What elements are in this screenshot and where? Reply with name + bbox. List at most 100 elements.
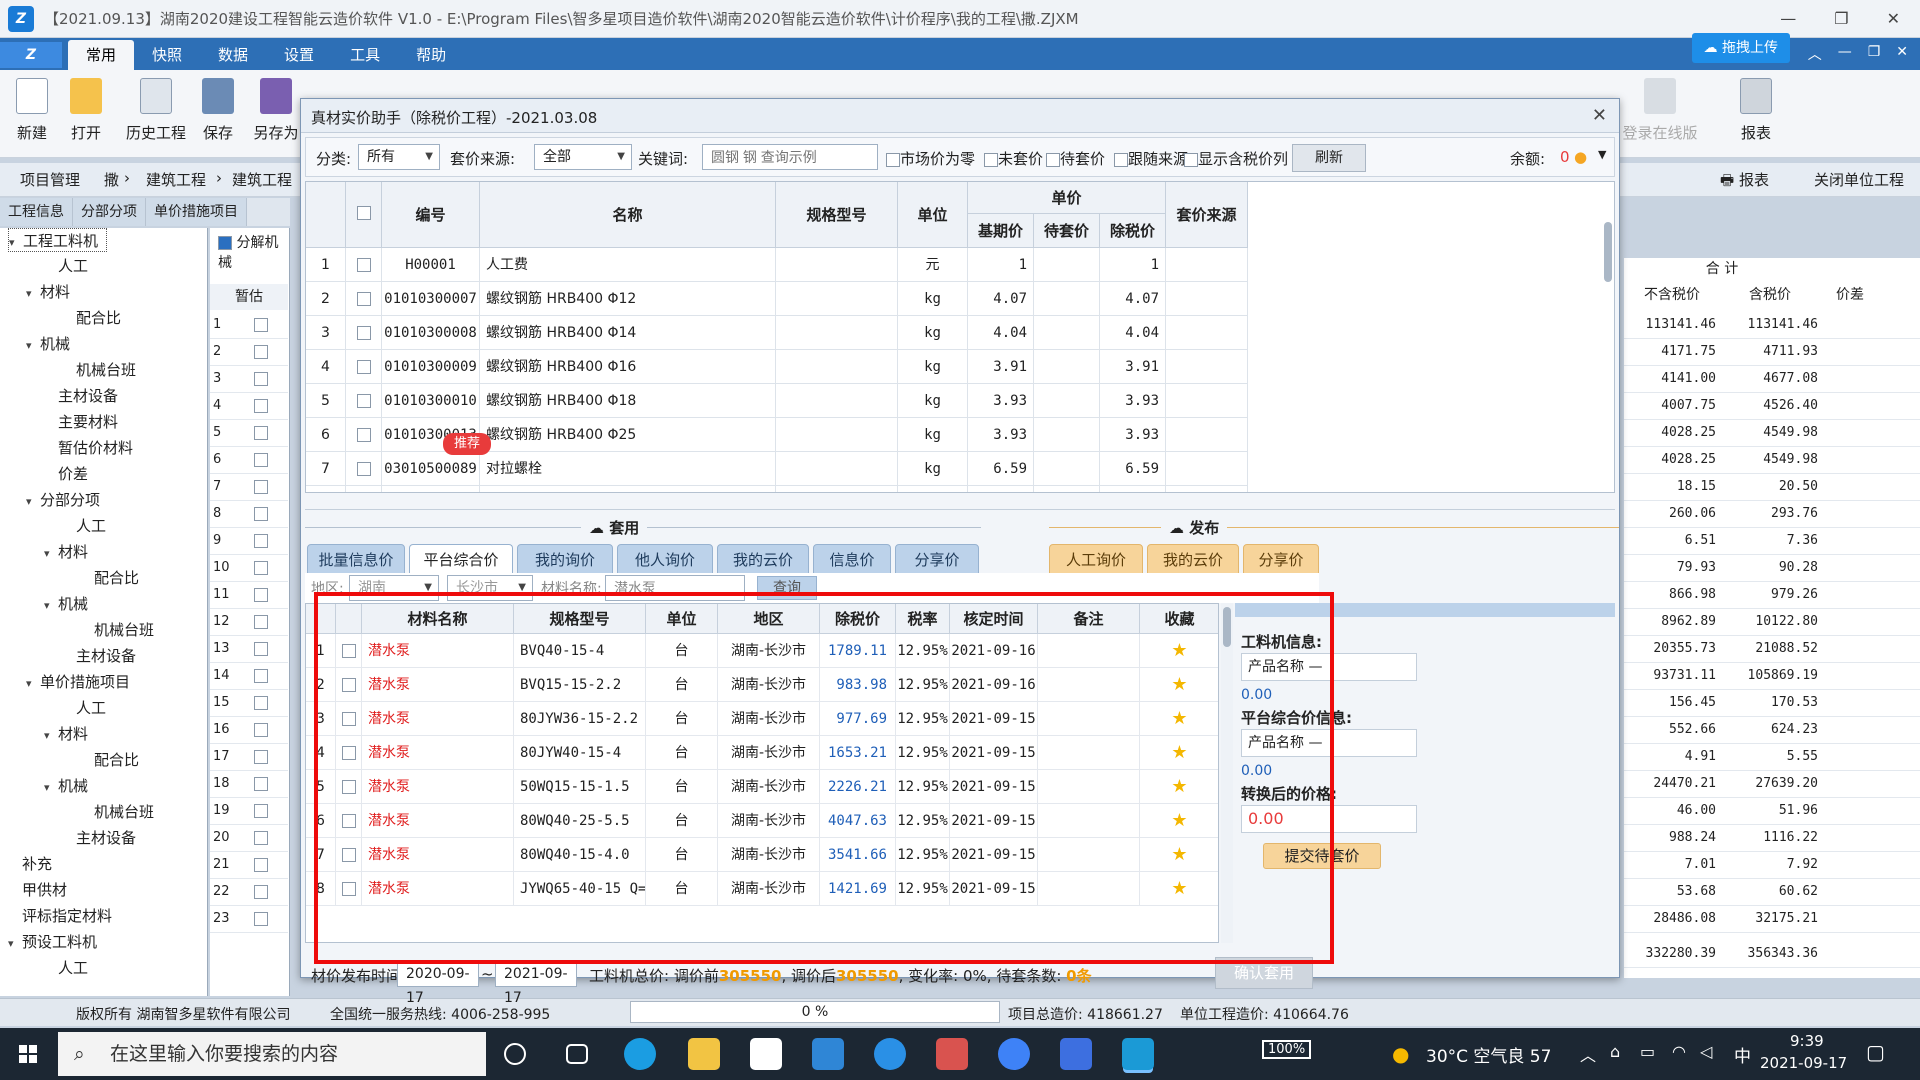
report-button[interactable]: 报表 xyxy=(1724,78,1788,143)
tree-node[interactable]: ▾ 预设工料机 xyxy=(8,930,97,954)
table-row[interactable]: 260.06 293.76 xyxy=(1624,501,1920,528)
checkbox[interactable] xyxy=(356,394,371,408)
scrollbar-thumb[interactable] xyxy=(1604,222,1612,282)
table-row[interactable]: 12 xyxy=(210,609,288,636)
table-row[interactable]: 4 xyxy=(210,393,288,420)
star-icon[interactable]: ★ xyxy=(1171,742,1187,763)
table-row[interactable]: 15 xyxy=(210,690,288,717)
table-row[interactable]: 3 潜水泵 80JYW36-15-2.2 台湖南-长沙市 977.69 12.95% 202… xyxy=(306,702,1218,736)
chevron-down-icon[interactable]: ▾ xyxy=(44,724,58,748)
table-row[interactable]: 4 潜水泵 80JYW40-15-4 台湖南-长沙市 1653.21 12.95% 2021… xyxy=(306,736,1218,770)
tree-node[interactable]: 主材设备 xyxy=(62,826,136,850)
checkbox[interactable] xyxy=(341,712,356,726)
row-checkbox-cell[interactable] xyxy=(346,350,382,384)
user-icon[interactable]: ● xyxy=(1574,148,1587,166)
source-select[interactable]: 全部 ▼ xyxy=(534,144,632,170)
checkbox[interactable] xyxy=(254,561,268,575)
feishu-icon[interactable] xyxy=(1060,1038,1092,1070)
checkbox[interactable] xyxy=(254,345,268,359)
decompose-toggle[interactable]: 分解机械 xyxy=(218,232,289,272)
edge-icon[interactable] xyxy=(624,1038,656,1070)
tab-snapshot[interactable]: 快照 xyxy=(134,40,200,70)
tab-my-cloud-price[interactable]: 我的云价 xyxy=(717,544,809,574)
tree-node[interactable]: ▾ 材料 xyxy=(44,540,88,564)
checkbox[interactable] xyxy=(218,236,232,250)
date-from[interactable]: 2020-09-17 xyxy=(397,961,479,1006)
save-button[interactable]: 保存 xyxy=(186,78,250,143)
row-checkbox-cell[interactable] xyxy=(346,248,382,282)
check-market-zero[interactable]: 市场价为零 xyxy=(886,148,975,169)
table-row[interactable]: 8 潜水泵JYWQ65-40-15 Q=40m3/h台湖南-长沙市1421.691… xyxy=(306,872,1218,906)
row-checkbox-cell[interactable] xyxy=(336,668,362,702)
table-row[interactable]: 4028.25 4549.98 xyxy=(1624,420,1920,447)
tree-node[interactable]: ▾ 机械 xyxy=(44,774,88,798)
table-row[interactable]: 19 xyxy=(210,798,288,825)
tab-publish-cloud-price[interactable]: 我的云价 xyxy=(1147,544,1239,574)
close-icon[interactable]: ✕ xyxy=(1592,105,1607,126)
tree-node[interactable]: 暂估价材料 xyxy=(44,436,133,460)
checkbox[interactable] xyxy=(254,642,268,656)
checkbox[interactable] xyxy=(254,453,268,467)
check-follow-source[interactable]: 跟随来源 xyxy=(1114,148,1188,169)
chevron-down-icon[interactable]: ▾ xyxy=(26,282,40,306)
row-checkbox-cell[interactable] xyxy=(336,634,362,668)
tray-chevron-icon[interactable]: ︿ xyxy=(1580,1042,1596,1066)
tab-my-inquiry[interactable]: 我的询价 xyxy=(517,544,613,574)
tree-node[interactable]: 配合比 xyxy=(80,566,139,590)
save-as-button[interactable]: 另存为 xyxy=(244,78,308,143)
table-row[interactable]: 8 xyxy=(210,501,288,528)
tree-node[interactable]: 甲供材 xyxy=(8,878,67,902)
chevron-down-icon[interactable]: ▾ xyxy=(44,594,58,618)
tree-node[interactable]: ▾ 材料 xyxy=(26,280,70,304)
table-row[interactable]: 4171.75 4711.93 xyxy=(1624,339,1920,366)
chevron-down-icon[interactable]: ▾ xyxy=(26,672,40,696)
tab-project-info[interactable]: 工程信息 xyxy=(0,198,73,226)
checkbox[interactable] xyxy=(356,462,371,476)
favorite-cell[interactable]: ★ xyxy=(1140,770,1218,804)
row-checkbox-cell[interactable] xyxy=(336,872,362,906)
row-checkbox-cell[interactable] xyxy=(346,384,382,418)
star-icon[interactable]: ★ xyxy=(1171,810,1187,831)
breadcrumb-item[interactable]: 撒 xyxy=(104,169,119,190)
checkbox[interactable] xyxy=(254,723,268,737)
checkbox[interactable] xyxy=(254,750,268,764)
table-row[interactable]: 6.51 7.36 xyxy=(1624,528,1920,555)
tree-node[interactable]: 主材设备 xyxy=(62,644,136,668)
material-name-input[interactable] xyxy=(605,575,745,601)
star-icon[interactable]: ★ xyxy=(1171,640,1187,661)
star-icon[interactable]: ★ xyxy=(1171,844,1187,865)
chevron-down-icon[interactable]: ▾ xyxy=(26,334,40,358)
checkbox[interactable] xyxy=(254,696,268,710)
online-button[interactable]: 登录在线版 xyxy=(1620,78,1700,143)
checkbox[interactable] xyxy=(254,777,268,791)
chevron-up-icon[interactable]: ︿ xyxy=(1808,44,1822,64)
tab-settings[interactable]: 设置 xyxy=(266,40,332,70)
open-button[interactable]: 打开 xyxy=(54,78,118,143)
favorite-cell[interactable]: ★ xyxy=(1140,634,1218,668)
table-row[interactable]: 11 xyxy=(210,582,288,609)
row-checkbox-cell[interactable] xyxy=(336,702,362,736)
table-row[interactable]: 79.93 90.28 xyxy=(1624,555,1920,582)
store-icon[interactable] xyxy=(750,1038,782,1070)
confirm-apply-button[interactable]: 确认套用 xyxy=(1215,957,1313,989)
table-row[interactable]: 16 xyxy=(210,717,288,744)
tab-unit-measures[interactable]: 单价措施项目 xyxy=(146,198,247,226)
table-row[interactable]: 20 xyxy=(210,825,288,852)
checkbox[interactable] xyxy=(254,831,268,845)
clock-date[interactable]: 2021-09-17 xyxy=(1760,1054,1847,1072)
checkbox[interactable] xyxy=(356,428,371,442)
chevron-down-icon[interactable]: ▾ xyxy=(8,932,22,956)
row-checkbox-cell[interactable] xyxy=(346,486,382,492)
table-row[interactable]: 1 xyxy=(210,312,288,339)
browser-icon[interactable] xyxy=(874,1038,906,1070)
tab-tools[interactable]: 工具 xyxy=(332,40,398,70)
tab-data[interactable]: 数据 xyxy=(200,40,266,70)
battery-icon[interactable]: 100% xyxy=(1262,1040,1312,1059)
checkbox[interactable] xyxy=(341,746,356,760)
table-row[interactable]: 2 潜水泵 BVQ15-15-2.2 台湖南-长沙市 983.98 12.95% 2021-… xyxy=(306,668,1218,702)
star-icon[interactable]: ★ xyxy=(1171,878,1187,899)
checkbox[interactable] xyxy=(886,152,900,167)
weather[interactable]: 30°C 空气良 57 xyxy=(1426,1042,1551,1067)
tab-batch-info-price[interactable]: 批量信息价 xyxy=(307,544,405,574)
category-select[interactable]: 所有 ▼ xyxy=(358,144,440,170)
